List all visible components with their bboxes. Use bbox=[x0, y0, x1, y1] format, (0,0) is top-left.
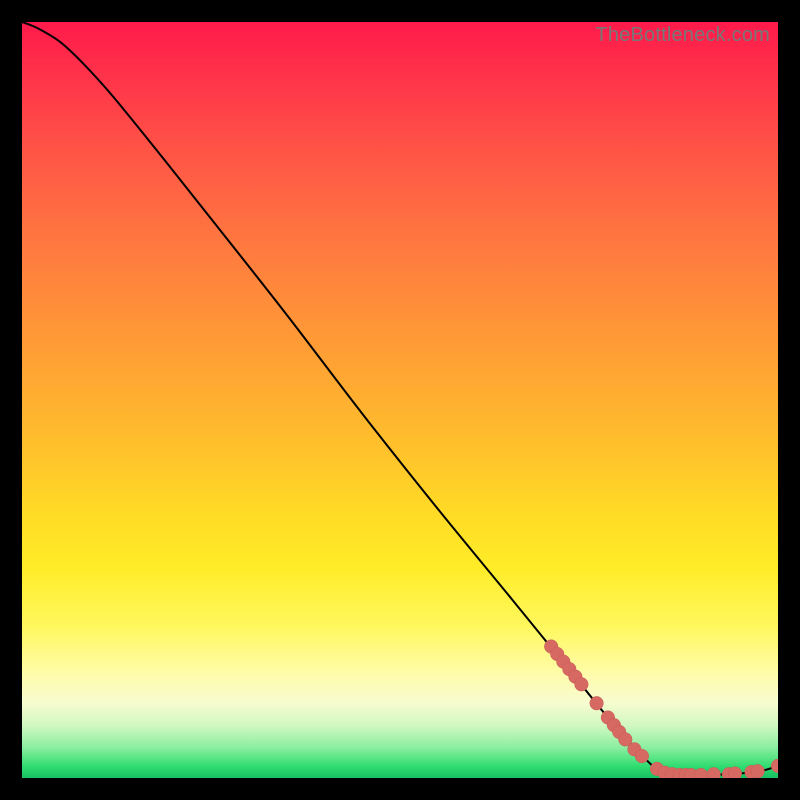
highlight-dot bbox=[628, 743, 642, 757]
highlight-dot bbox=[563, 662, 577, 676]
highlight-dot bbox=[619, 733, 633, 747]
highlight-dot bbox=[665, 767, 679, 778]
highlight-dot bbox=[673, 768, 687, 778]
curve-line bbox=[22, 22, 778, 775]
highlight-dot bbox=[771, 759, 778, 773]
highlight-dot bbox=[635, 749, 649, 763]
highlight-dot bbox=[707, 767, 721, 778]
watermark-text: TheBottleneck.com bbox=[595, 24, 770, 47]
highlight-dot bbox=[722, 767, 736, 778]
highlight-dots bbox=[544, 640, 778, 778]
highlight-dot bbox=[658, 766, 672, 778]
highlight-dot bbox=[607, 718, 621, 732]
highlight-dot bbox=[679, 768, 693, 778]
highlight-dot bbox=[650, 762, 664, 776]
highlight-dot bbox=[694, 768, 708, 778]
highlight-dot bbox=[569, 670, 583, 684]
highlight-dot bbox=[751, 764, 765, 778]
highlight-dot bbox=[728, 767, 742, 778]
highlight-dot bbox=[684, 768, 698, 778]
highlight-dot bbox=[550, 647, 564, 661]
highlight-dot bbox=[590, 696, 604, 710]
chart-overlay bbox=[22, 22, 778, 778]
highlight-dot bbox=[745, 765, 759, 778]
highlight-dot bbox=[557, 655, 571, 669]
highlight-dot bbox=[575, 678, 589, 692]
plot-area: TheBottleneck.com bbox=[22, 22, 778, 778]
chart-stage: TheBottleneck.com bbox=[0, 0, 800, 800]
highlight-dot bbox=[544, 640, 558, 654]
highlight-dot bbox=[612, 725, 626, 739]
highlight-dot bbox=[601, 711, 615, 725]
